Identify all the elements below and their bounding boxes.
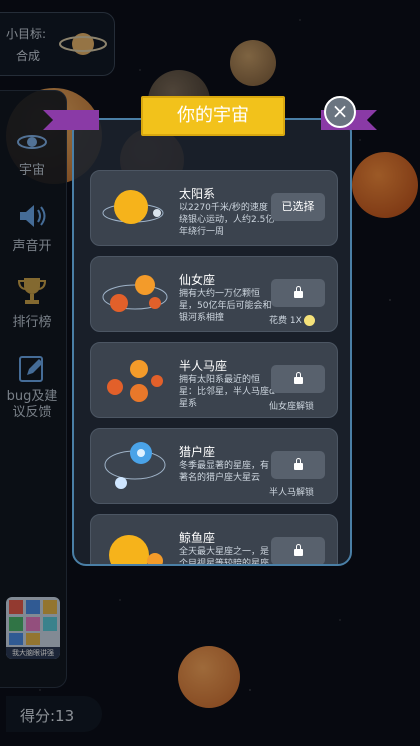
ribbon-left xyxy=(43,110,99,130)
card-description: 以2270千米/秒的速度绕银心运动，人约2.5亿年绕行一周 xyxy=(179,203,275,237)
lock-icon xyxy=(293,372,303,384)
card-description: 全天最大星座之一，是个目视星等较暗的星座 xyxy=(179,547,270,566)
locked-button[interactable] xyxy=(271,279,325,307)
universe-card-cetus[interactable]: 鲸鱼座 全天最大星座之一，是个目视星等较暗的星座 xyxy=(90,514,338,566)
unlock-requirement: 仙女座解锁 xyxy=(269,402,315,412)
universe-card-solar-system[interactable]: 太阳系 以2270千米/秒的速度绕银心运动，人约2.5亿年绕行一周 已选择 xyxy=(90,170,338,246)
locked-button[interactable] xyxy=(271,537,325,564)
locked-button[interactable] xyxy=(271,451,325,479)
solar-system-icon xyxy=(102,190,164,224)
universe-card-andromeda[interactable]: 仙女座 拥有大约一万亿颗恒星，50亿年后可能会和银河系相撞 花费 1X xyxy=(90,256,338,332)
card-title: 仙女座 xyxy=(179,273,216,287)
cetus-icon xyxy=(109,535,163,564)
close-icon[interactable]: × xyxy=(324,96,356,128)
coin-icon xyxy=(303,315,315,326)
centaurus-icon xyxy=(107,360,163,402)
universe-card-centaurus[interactable]: 半人马座 拥有太阳系最近的恒星：比邻星，半人马座α星系 仙女座解锁 xyxy=(90,342,338,418)
card-description: 拥有太阳系最近的恒星：比邻星，半人马座α星系 xyxy=(179,375,275,409)
orion-icon xyxy=(104,442,166,489)
locked-button[interactable] xyxy=(271,365,325,393)
card-title: 鲸鱼座 xyxy=(179,531,216,545)
card-description: 拥有大约一万亿颗恒星，50亿年后可能会和银河系相撞 xyxy=(179,289,272,323)
lock-icon xyxy=(293,458,303,470)
card-title: 猎户座 xyxy=(179,445,216,459)
dialog-title: 你的宇宙 xyxy=(141,96,285,136)
lock-icon xyxy=(293,544,303,556)
unlock-requirement: 半人马解锁 xyxy=(269,488,315,498)
selected-button[interactable]: 已选择 xyxy=(271,193,325,221)
andromeda-icon xyxy=(102,275,168,312)
unlock-requirement: 花费 1X xyxy=(269,313,315,326)
universe-card-orion[interactable]: 猎户座 冬季最显著的星座，有著名的猎户座大星云 半人马解锁 xyxy=(90,428,338,504)
card-description: 冬季最显著的星座，有著名的猎户座大星云 xyxy=(179,461,270,483)
card-title: 太阳系 xyxy=(179,187,216,201)
universe-dialog: 太阳系 以2270千米/秒的速度绕银心运动，人约2.5亿年绕行一周 已选择 仙女… xyxy=(72,118,352,566)
card-title: 半人马座 xyxy=(179,359,228,373)
lock-icon xyxy=(293,286,303,298)
